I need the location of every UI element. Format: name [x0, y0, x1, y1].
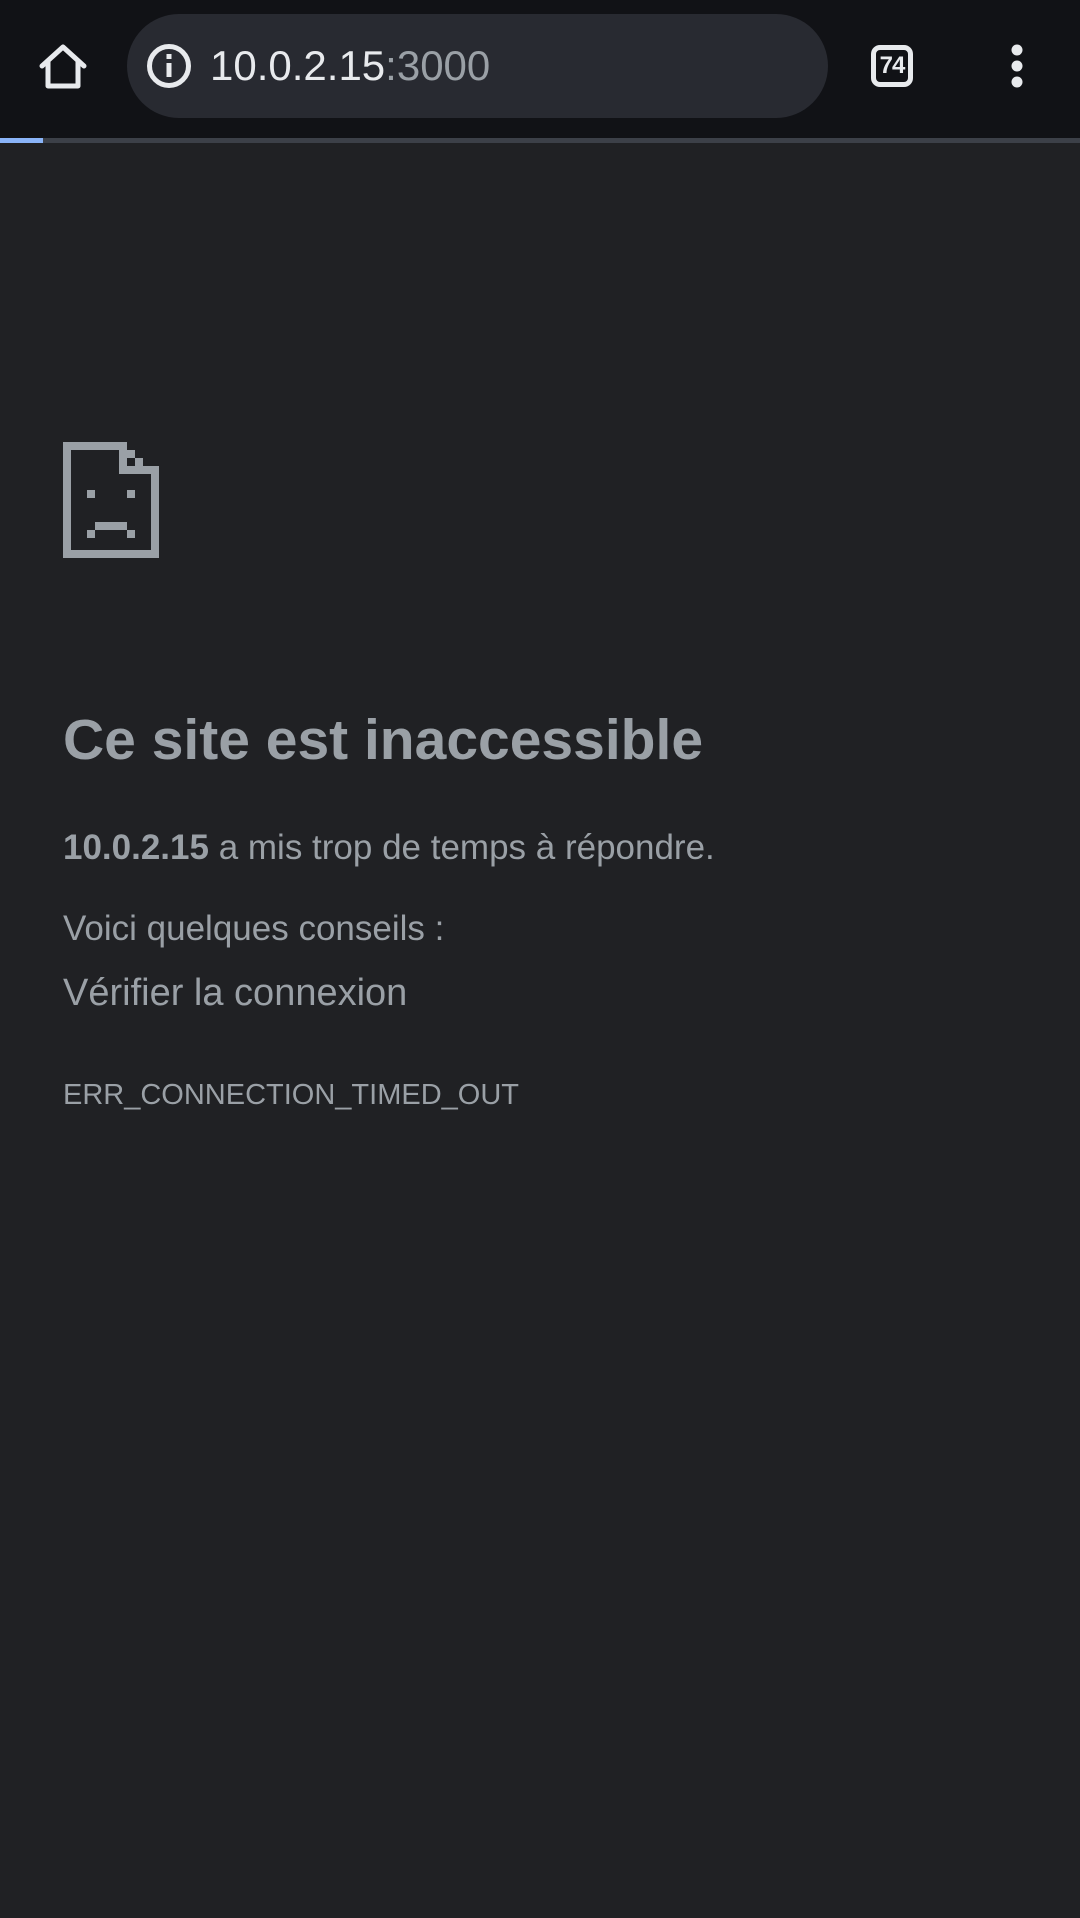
tip-check-connection: Vérifier la connexion [63, 972, 408, 1014]
info-icon[interactable] [144, 41, 194, 91]
url-text[interactable]: 10.0.2.15:3000 [210, 14, 490, 118]
browser-toolbar: 10.0.2.15:3000 74 [0, 0, 1080, 138]
error-title: Ce site est inaccessible [63, 708, 704, 772]
page-load-progress-bar [0, 138, 1080, 143]
tab-count-badge: 74 [871, 45, 913, 87]
error-description: 10.0.2.15 a mis trop de temps à répondre… [63, 824, 715, 872]
url-port: :3000 [385, 42, 491, 89]
more-vert-icon [1011, 44, 1023, 88]
sad-document-icon [63, 442, 159, 558]
address-bar[interactable]: 10.0.2.15:3000 [127, 14, 828, 118]
tips-heading: Voici quelques conseils : [63, 909, 445, 948]
progress-fill [0, 138, 44, 143]
home-button[interactable] [27, 33, 99, 99]
more-options-button[interactable] [990, 36, 1044, 96]
tab-switcher-button[interactable]: 74 [860, 36, 924, 96]
browser-window: 10.0.2.15:3000 74 Ce site est inaccessib… [0, 0, 1080, 1918]
home-icon [39, 44, 87, 89]
error-description-text: a mis trop de temps à répondre. [208, 828, 715, 867]
url-host: 10.0.2.15 [210, 42, 386, 89]
error-host: 10.0.2.15 [63, 828, 209, 867]
error-code: ERR_CONNECTION_TIMED_OUT [63, 1079, 519, 1111]
